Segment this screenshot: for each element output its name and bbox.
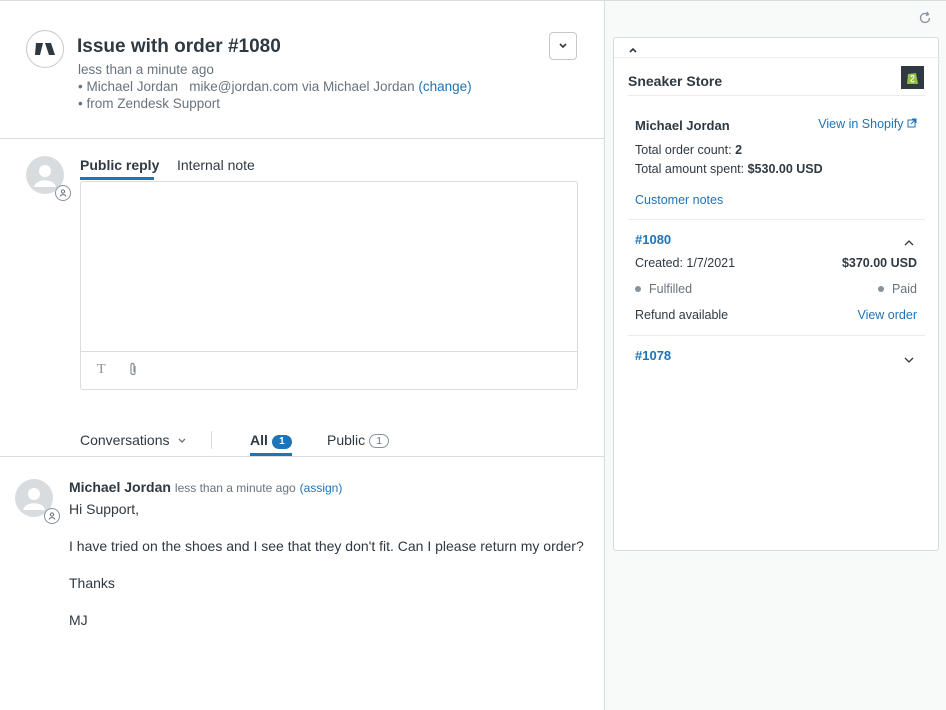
ticket-requester-line: • Michael Jordan mike@jordan.com via Mic…: [78, 79, 472, 94]
ticket-time: less than a minute ago: [78, 62, 214, 77]
view-order-link[interactable]: View order: [857, 308, 917, 322]
shopify-logo-icon: [901, 66, 924, 89]
editor-toolbar: T: [81, 351, 577, 389]
order-amount: $370.00 USD: [841, 256, 917, 270]
comment-line: MJ: [69, 612, 88, 628]
user-icon: [44, 508, 60, 524]
comment-line: Hi Support,: [69, 501, 140, 517]
fulfillment-label: Fulfilled: [649, 282, 693, 296]
status-dot-icon: [635, 286, 641, 292]
chevron-up-icon: [629, 47, 637, 53]
refresh-icon[interactable]: [918, 11, 932, 28]
conversations-filter[interactable]: Conversations: [80, 432, 187, 448]
total-amount-value: $530.00 USD: [747, 162, 823, 176]
filter-public[interactable]: Public 1: [327, 432, 390, 448]
ticket-title: Issue with order #1080: [77, 36, 281, 57]
order-number-link[interactable]: #1080: [635, 232, 671, 247]
card-divider: [628, 95, 925, 96]
tab-internal-note[interactable]: Internal note: [177, 157, 255, 173]
apps-sidebar: Sneaker Store Michael Jordan View in Sho…: [605, 0, 946, 710]
order-number-link[interactable]: #1078: [635, 348, 671, 363]
tab-public-reply[interactable]: Public reply: [80, 157, 159, 173]
comment-header: Michael Jordan less than a minute ago (ass…: [69, 479, 342, 495]
order-created: Created: 1/7/2021: [635, 256, 736, 270]
total-order-count-value: 2: [735, 143, 743, 157]
customer-name: Michael Jordan: [635, 118, 730, 133]
filter-public-label: Public: [327, 432, 366, 448]
comment-line: I have tried on the shoes and I see that…: [69, 538, 584, 554]
card-divider: [628, 219, 925, 220]
store-name: Sneaker Store: [628, 73, 723, 89]
filter-divider: [0, 456, 604, 457]
chevron-down-icon: [904, 357, 914, 363]
shopify-app-card: Sneaker Store Michael Jordan View in Sho…: [613, 37, 940, 551]
expand-order-button[interactable]: [903, 351, 915, 367]
status-dot-icon: [877, 286, 884, 292]
filter-public-count: 1: [369, 434, 390, 448]
reply-body-input[interactable]: [81, 182, 577, 352]
agent-avatar: [26, 156, 71, 201]
total-amount-label: Total amount spent:: [635, 162, 745, 176]
card-divider: [614, 57, 940, 58]
comment-line: Thanks: [69, 575, 115, 591]
view-in-shopify-link[interactable]: View in Shopify: [818, 117, 917, 131]
total-order-count: Total order count: 2: [635, 143, 742, 157]
total-amount-spent: Total amount spent: $530.00 USD: [635, 162, 823, 176]
ticket-source: • from Zendesk Support: [78, 96, 221, 111]
ticket-options-button[interactable]: [549, 32, 577, 60]
external-link-icon: [907, 118, 917, 128]
payment-label: Paid: [891, 282, 917, 296]
filter-all-count: 1: [271, 435, 292, 449]
payment-status: Paid: [877, 282, 917, 296]
header-divider: [0, 138, 604, 139]
total-order-count-label: Total order count:: [635, 143, 732, 157]
refund-status: Refund available: [635, 308, 729, 322]
reply-editor[interactable]: T: [80, 181, 578, 390]
user-icon: [55, 185, 71, 201]
filter-separator: [211, 431, 212, 449]
assign-link[interactable]: (assign): [300, 481, 343, 495]
customer-notes-link[interactable]: Customer notes: [635, 193, 723, 207]
ticket-main-pane: Issue with order #1080 less than a minut…: [0, 0, 605, 710]
comment-time: less than a minute ago: [174, 481, 296, 495]
view-in-shopify-label: View in Shopify: [818, 117, 904, 131]
zendesk-logo-icon: [26, 30, 64, 68]
collapse-app-button[interactable]: [628, 41, 638, 57]
change-requester-link[interactable]: (change): [418, 79, 471, 94]
chevron-down-icon: [178, 438, 186, 443]
collapse-order-button[interactable]: [903, 234, 915, 250]
chevron-down-icon: [559, 43, 567, 49]
active-tab-indicator: [80, 177, 154, 180]
chevron-up-icon: [904, 240, 914, 246]
filter-all-label: All: [250, 432, 268, 448]
requester-avatar: [15, 479, 60, 524]
card-divider: [628, 335, 925, 336]
requester-info: • Michael Jordan mike@jordan.com via Mic…: [78, 79, 415, 94]
conversations-label: Conversations: [80, 432, 170, 448]
fulfillment-status: Fulfilled: [635, 282, 692, 296]
comment-author[interactable]: Michael Jordan: [69, 479, 171, 495]
filter-all[interactable]: All 1: [250, 432, 292, 449]
text-format-icon[interactable]: T: [97, 362, 106, 378]
attachment-icon[interactable]: [127, 362, 139, 381]
